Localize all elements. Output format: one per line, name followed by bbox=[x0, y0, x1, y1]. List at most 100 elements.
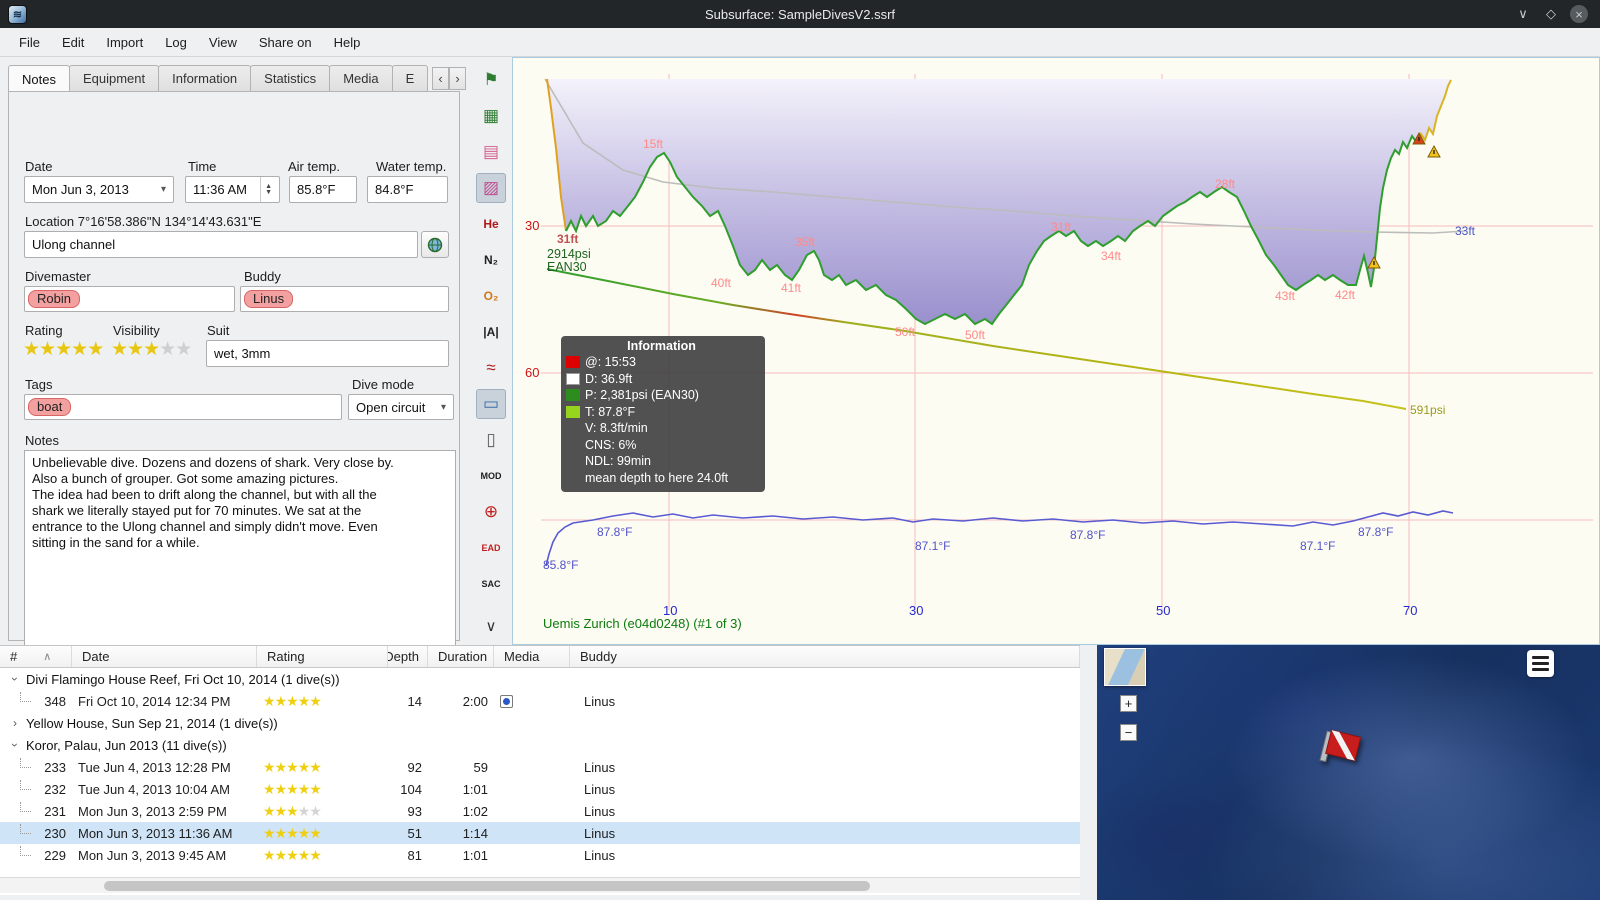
notes-textarea[interactable]: Unbelievable dive. Dozens and dozens of … bbox=[24, 450, 456, 670]
mod-icon[interactable]: MOD bbox=[476, 461, 506, 491]
column-header-num[interactable]: # ∧ bbox=[0, 646, 72, 667]
map-overview-thumbnail[interactable] bbox=[1104, 648, 1146, 686]
column-header-media[interactable]: Media bbox=[494, 646, 570, 667]
spinner-arrows-icon[interactable]: ▲ ▼ bbox=[260, 177, 272, 202]
column-header-date[interactable]: Date bbox=[72, 646, 257, 667]
sac-icon[interactable]: SAC bbox=[476, 569, 506, 599]
dive-row[interactable]: 348 Fri Oct 10, 2014 12:34 PM ★ ★ ★ ★ ★ 14 2:00 L… bbox=[0, 690, 1080, 712]
buddy-tag[interactable]: Linus bbox=[244, 290, 294, 308]
column-header-buddy[interactable]: Buddy bbox=[570, 646, 1080, 667]
divemaster-tag[interactable]: Robin bbox=[28, 290, 80, 308]
air-temp-field[interactable]: 85.8°F bbox=[289, 176, 357, 203]
trip-row[interactable]: › Koror, Palau, Jun 2013 (11 dive(s)) bbox=[0, 734, 1080, 756]
map-zoom-out-button[interactable]: − bbox=[1120, 724, 1137, 741]
expand-trip-icon[interactable]: › bbox=[8, 716, 22, 730]
panel-splitter[interactable] bbox=[1080, 645, 1097, 900]
collapse-trip-icon[interactable]: › bbox=[8, 738, 22, 752]
dive-tag[interactable]: boat bbox=[28, 398, 72, 416]
chart-annotation: 28ft bbox=[1215, 177, 1236, 191]
tab-scroll-left-button[interactable]: ‹ bbox=[432, 67, 449, 90]
menu-help[interactable]: Help bbox=[323, 28, 372, 57]
trip-row[interactable]: › Yellow House, Sun Sep 21, 2014 (1 dive(… bbox=[0, 712, 1080, 734]
star-icon: ★ bbox=[127, 339, 144, 360]
menu-log[interactable]: Log bbox=[154, 28, 198, 57]
tags-field[interactable]: boat bbox=[24, 394, 342, 420]
chart-annotation: 50ft bbox=[965, 328, 986, 342]
ambient-pressure-icon[interactable]: |A| bbox=[476, 317, 506, 347]
media-icon[interactable] bbox=[500, 694, 513, 708]
maximize-button[interactable]: ◇ bbox=[1542, 5, 1560, 23]
dive-media-cell bbox=[494, 844, 570, 866]
menu-import[interactable]: Import bbox=[95, 28, 154, 57]
trip-row[interactable]: › Divi Flamingo House Reef, Fri Oct 10, 2… bbox=[0, 668, 1080, 690]
trip-label: Divi Flamingo House Reef, Fri Oct 10, 20… bbox=[26, 671, 340, 687]
dive-rating-cell: ★ ★ ★ ★ ★ bbox=[257, 844, 388, 866]
toolbar-collapse-icon[interactable]: ∨ bbox=[486, 617, 497, 635]
collapse-trip-icon[interactable]: › bbox=[8, 672, 22, 686]
dive-row[interactable]: 233 Tue Jun 4, 2013 12:28 PM ★ ★ ★ ★ ★ 92 59 Linu… bbox=[0, 756, 1080, 778]
date-select[interactable]: Mon Jun 3, 2013 ▾ bbox=[24, 176, 174, 203]
divemaster-field[interactable]: Robin bbox=[24, 286, 235, 312]
dive-row[interactable]: 230 Mon Jun 3, 2013 11:36 AM ★ ★ ★ ★ ★ 51 1:14 Li… bbox=[0, 822, 1080, 844]
dive-mode-select[interactable]: Open circuit ▾ bbox=[348, 394, 454, 420]
tab-equipment[interactable]: Equipment bbox=[68, 65, 160, 91]
chart-annotation: 35ft bbox=[795, 235, 816, 249]
tab-media[interactable]: Media bbox=[329, 65, 393, 91]
menu-share-on[interactable]: Share on bbox=[248, 28, 323, 57]
oxygen-icon[interactable]: O₂ bbox=[476, 281, 506, 311]
star-icon: ★ bbox=[309, 803, 322, 819]
location-label: Location 7°16'58.386"N 134°14'43.631"E bbox=[25, 214, 262, 229]
column-header-rating[interactable]: Rating bbox=[257, 646, 388, 667]
column-header-duration[interactable]: Duration bbox=[428, 646, 494, 667]
map-location-button[interactable] bbox=[421, 231, 449, 258]
calculated-ceiling-icon[interactable]: ▨ bbox=[476, 173, 506, 203]
star-icon: ★ bbox=[159, 339, 176, 360]
photos-icon[interactable]: ▦ bbox=[476, 101, 506, 131]
dive-notes-panel: Notes Equipment Information Statistics Media… bbox=[0, 57, 470, 670]
helium-icon[interactable]: He bbox=[476, 209, 506, 239]
dive-row[interactable]: 229 Mon Jun 3, 2013 9:45 AM ★ ★ ★ ★ ★ 81 1:01 Lin… bbox=[0, 844, 1080, 866]
column-header-depth[interactable]: Depth bbox=[388, 646, 428, 667]
tab-notes[interactable]: Notes bbox=[8, 65, 70, 91]
scrollbar-thumb[interactable] bbox=[104, 881, 870, 891]
ruler-icon[interactable]: ▭ bbox=[476, 389, 506, 419]
menu-file[interactable]: File bbox=[8, 28, 51, 57]
ead-icon[interactable]: EAD bbox=[476, 533, 506, 563]
close-button[interactable]: × bbox=[1570, 5, 1588, 23]
horizontal-scrollbar[interactable] bbox=[0, 877, 1080, 893]
tab-information[interactable]: Information bbox=[158, 65, 252, 91]
map-menu-button[interactable] bbox=[1527, 650, 1554, 677]
map-zoom-in-button[interactable]: + bbox=[1120, 695, 1137, 712]
heart-rate-icon[interactable]: ≈ bbox=[476, 353, 506, 383]
dive-depth-cell: 51 bbox=[407, 825, 422, 841]
rating-stars[interactable]: ★★★★★ bbox=[23, 340, 104, 359]
star-icon: ★ bbox=[263, 825, 276, 841]
tank-icon[interactable]: ▯ bbox=[476, 425, 506, 455]
dive-row[interactable]: 231 Mon Jun 3, 2013 2:59 PM ★ ★ ★ ★ ★ 93 1:02 Lin… bbox=[0, 800, 1080, 822]
shade-button[interactable]: ∨ bbox=[1514, 5, 1532, 23]
dive-site-map[interactable]: + − bbox=[1097, 645, 1600, 900]
menu-edit[interactable]: Edit bbox=[51, 28, 95, 57]
dc-ceiling-icon[interactable]: ▤ bbox=[476, 137, 506, 167]
visibility-stars[interactable]: ★★★★★ bbox=[111, 339, 192, 360]
dive-flag-marker[interactable] bbox=[1315, 727, 1367, 773]
location-input[interactable]: Ulong channel bbox=[24, 231, 418, 258]
tags-label: Tags bbox=[25, 377, 53, 392]
dive-buddy-cell: Linus bbox=[584, 759, 616, 775]
tab-e[interactable]: E bbox=[391, 65, 429, 91]
water-temp-field[interactable]: 84.8°F bbox=[367, 176, 448, 203]
nitrogen-icon[interactable]: N₂ bbox=[476, 245, 506, 275]
tree-connector bbox=[20, 692, 31, 702]
suit-field[interactable]: wet, 3mm bbox=[206, 340, 449, 367]
tab-statistics[interactable]: Statistics bbox=[250, 65, 331, 91]
dive-profile-chart[interactable]: 30 60 10 30 50 70 31ft 2914psi EAN30 15ft 40ft 41ft… bbox=[512, 57, 1600, 645]
info-box-title: Information bbox=[627, 339, 696, 353]
ndl-tts-icon[interactable]: ⊕ bbox=[476, 497, 506, 527]
buddy-field[interactable]: Linus bbox=[240, 286, 449, 312]
events-icon[interactable]: ⚑ bbox=[476, 65, 506, 95]
tab-scroll-right-button[interactable]: › bbox=[449, 67, 466, 90]
menu-view[interactable]: View bbox=[198, 28, 248, 57]
dive-media-cell bbox=[494, 822, 570, 844]
dive-row[interactable]: 232 Tue Jun 4, 2013 10:04 AM ★ ★ ★ ★ ★ 104 1:01 L… bbox=[0, 778, 1080, 800]
time-spinner[interactable]: 11:36 AM ▲ ▼ bbox=[185, 176, 280, 203]
